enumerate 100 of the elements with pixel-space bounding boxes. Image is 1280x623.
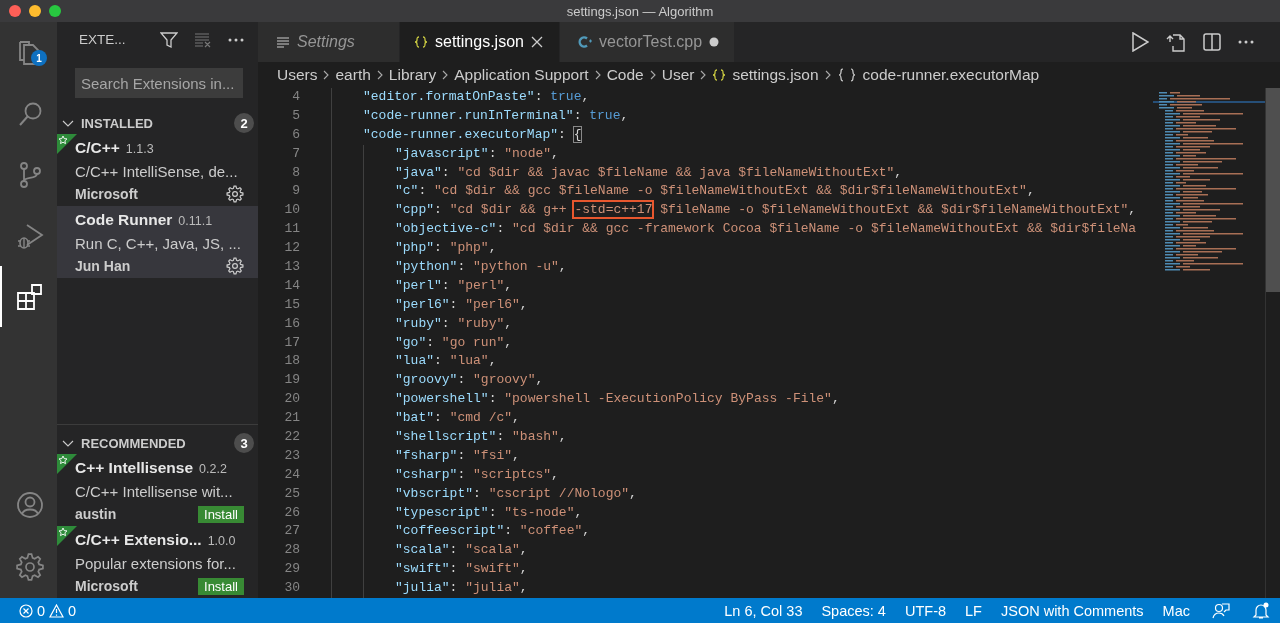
close-button[interactable]	[9, 5, 21, 17]
breadcrumb-item[interactable]: Code	[606, 66, 644, 84]
code-line: "bat": "cmd /c",	[395, 409, 520, 428]
extension-version: 1.1.3	[125, 142, 154, 156]
code-line: "groovy": "groovy",	[395, 371, 544, 390]
code-line: "swift": "swift",	[395, 560, 528, 579]
install-button[interactable]: Install	[198, 505, 244, 523]
line-number: 11	[283, 220, 300, 239]
settings-icon[interactable]	[226, 185, 244, 203]
open-file-icon[interactable]	[1166, 32, 1186, 52]
extension-item[interactable]: C++ Intellisense 0.2.2 C/C++ Intellisense wit... austin Install	[57, 454, 258, 526]
braces-icon	[414, 35, 428, 49]
more-icon[interactable]	[1238, 40, 1254, 44]
extension-item[interactable]: Code Runner 0.11.1 Run C, C++, Java, JS, ... Jun Han	[57, 206, 258, 278]
line-number: 21	[283, 409, 300, 428]
extension-version: 0.2.2	[199, 462, 227, 476]
code-line: "editor.formatOnPaste": true,	[363, 88, 590, 106]
breadcrumb-item[interactable]: Users	[277, 66, 318, 84]
code-line: "csharp": "scriptcs",	[395, 465, 559, 484]
status-item[interactable]: JSON with Comments	[1000, 602, 1144, 619]
breadcrumb-item[interactable]: settings.json	[712, 66, 819, 84]
extension-description: Run C, C++, Java, JS, ...	[75, 234, 242, 254]
line-number: 30	[283, 579, 300, 598]
extension-name: C/C++	[75, 139, 120, 157]
code-line: "php": "php",	[395, 239, 497, 258]
status-item[interactable]: Spaces: 4	[821, 602, 886, 619]
line-number: 23	[283, 446, 300, 465]
object-icon	[836, 68, 857, 82]
settings-icon	[14, 552, 45, 582]
line-number: 25	[283, 484, 300, 503]
line-number: 18	[283, 352, 300, 371]
code-line: "objective-c": "cd $dir && gcc -framework Cocoa $fileName -o $fileNameWithoutExt && $dir$fileNa	[395, 220, 1137, 239]
dot-icon	[709, 37, 720, 47]
status-item[interactable]: Mac	[1162, 602, 1190, 619]
close-icon[interactable]	[530, 36, 543, 48]
error-count[interactable]: 0	[37, 602, 46, 619]
line-number: 14	[283, 276, 300, 295]
extension-description: C/C++ IntelliSense, de...	[75, 162, 239, 182]
editor-tab[interactable]: Settings	[258, 22, 400, 62]
code-line: "code-runner.runInTerminal": true,	[363, 106, 629, 125]
activity-item[interactable]: 1	[0, 22, 57, 83]
scrollbar-thumb[interactable]	[1266, 88, 1280, 292]
status-item[interactable]: UTF-8	[904, 602, 947, 619]
extension-publisher: austin	[75, 506, 117, 522]
editor-tab[interactable]: settings.json	[400, 22, 560, 62]
panel-title: EXTE...	[79, 32, 127, 47]
line-number: 27	[283, 522, 300, 541]
extension-version: 1.0.0	[207, 534, 236, 548]
cpp-file-icon	[578, 35, 592, 49]
run-icon[interactable]	[1131, 32, 1149, 52]
code-line: "cpp": "cd $dir && g++ -std=c++17 $fileName -o $fileNameWithoutExt && $dir$fileNameWithoutExt",	[395, 201, 1137, 220]
line-number: 5	[291, 106, 300, 125]
line-number: 15	[283, 295, 300, 314]
breadcrumb-item[interactable]: User	[661, 66, 695, 84]
section-header[interactable]: INSTALLED 2	[57, 112, 258, 134]
code-line: "coffeescript": "coffee",	[395, 522, 591, 541]
breadcrumb-item[interactable]: code-runner.executorMap	[836, 66, 1040, 84]
account-icon	[14, 490, 45, 520]
clear-icon[interactable]	[194, 31, 212, 48]
extension-publisher: Microsoft	[75, 578, 138, 594]
line-number: 24	[283, 465, 300, 484]
status-item[interactable]: Ln 6, Col 33	[724, 602, 803, 619]
extension-item[interactable]: C/C++ Extensio... 1.0.0 Popular extensions for... Microsoft Install	[57, 526, 258, 598]
extension-name: C/C++ Extensio...	[75, 531, 202, 549]
filter-icon[interactable]	[160, 30, 178, 49]
minimize-button[interactable]	[29, 5, 41, 17]
code-line: "ruby": "ruby",	[395, 314, 513, 333]
status-item[interactable]: LF	[965, 602, 982, 619]
bell-icon[interactable]	[1252, 601, 1270, 620]
section-header[interactable]: RECOMMENDED 3	[57, 432, 258, 454]
line-number: 28	[283, 541, 300, 560]
warning-icon	[49, 603, 65, 618]
maximize-button[interactable]	[49, 5, 61, 17]
split-editor-icon[interactable]	[1203, 33, 1221, 51]
feedback-icon[interactable]	[1212, 601, 1230, 620]
extension-item[interactable]: C/C++ 1.1.3 C/C++ IntelliSense, de... Microsoft	[57, 134, 258, 206]
code-line: "c": "cd $dir && gcc $fileName -o $fileNameWithoutExt && $dir$fileNameWithoutExt",	[395, 182, 1035, 201]
code-line: "go": "go run",	[395, 333, 513, 352]
breadcrumb-item[interactable]: earth	[335, 66, 371, 84]
line-number: 4	[291, 88, 300, 106]
extension-description: Popular extensions for...	[75, 554, 237, 574]
extension-name: C++ Intellisense	[75, 459, 194, 477]
search-field[interactable]: Search Extensions in...	[75, 68, 243, 98]
line-number: 8	[291, 163, 300, 182]
install-button[interactable]: Install	[198, 577, 244, 595]
extension-version: 0.11.1	[178, 214, 213, 228]
braces-icon	[712, 68, 727, 82]
code-line: "perl": "perl",	[395, 276, 513, 295]
window-title: settings.json — Algorithm	[566, 3, 714, 19]
line-number: 26	[283, 503, 300, 522]
line-number: 16	[283, 314, 300, 333]
breadcrumb-item[interactable]: Application Support	[454, 66, 589, 84]
line-number: 22	[283, 428, 300, 447]
extension-publisher: Microsoft	[75, 186, 138, 202]
warning-count[interactable]: 0	[68, 602, 77, 619]
settings-icon[interactable]	[226, 257, 244, 275]
breadcrumb-item[interactable]: Library	[388, 66, 437, 84]
editor-tab[interactable]: vectorTest.cpp	[560, 22, 735, 62]
extension-publisher: Jun Han	[75, 258, 131, 274]
more-icon[interactable]	[228, 37, 244, 42]
